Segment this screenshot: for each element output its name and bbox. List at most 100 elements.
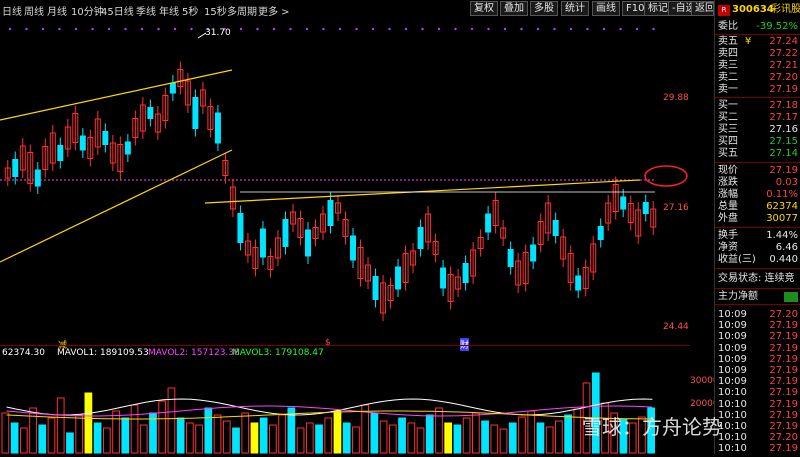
period-45day[interactable]: 45日线	[101, 3, 134, 18]
kline-chart[interactable]: 31.70 29.88 27.16 24.44 减 $ 财	[0, 18, 690, 351]
period-day[interactable]: 日线	[2, 3, 22, 18]
ask-row[interactable]: 卖三 27.21	[718, 60, 798, 72]
marker-dot	[173, 27, 177, 31]
kline-canvas[interactable]	[0, 18, 690, 344]
volume-bar	[112, 410, 120, 454]
tick-time: 10:09	[718, 353, 747, 365]
bid-label: 买三	[718, 124, 738, 135]
candle-body	[350, 235, 357, 261]
tick-time: 10:10	[718, 409, 747, 421]
ask-row[interactable]: 卖一 27.19	[718, 84, 798, 96]
period-quarter[interactable]: 季线	[136, 3, 156, 18]
stat-row: 换手 1.44%	[718, 230, 798, 242]
volume-bar	[555, 420, 563, 454]
volume-bar	[102, 427, 111, 454]
period-month[interactable]: 月线	[47, 3, 67, 18]
stat-value: 6.46	[775, 242, 798, 253]
bid-row[interactable]: 买五 27.14	[718, 148, 798, 160]
candle-body	[642, 202, 649, 214]
period-year[interactable]: 年线	[159, 3, 179, 18]
back-button[interactable]: 返回	[691, 1, 714, 16]
bid-row[interactable]: 买一 27.18	[718, 100, 798, 112]
volume-bar	[527, 410, 536, 454]
tick-row: 10:09 27.19	[718, 331, 798, 343]
bid-row[interactable]: 买二 27.17	[718, 112, 798, 124]
candle-body	[259, 228, 266, 258]
bid-label: 买四	[718, 136, 738, 147]
period-15sec[interactable]: 15秒	[204, 3, 227, 18]
volume-bar	[564, 414, 572, 454]
trend-line	[0, 149, 233, 263]
stat-row: 涨幅 0.11%	[718, 189, 798, 201]
volume-bar	[379, 420, 388, 454]
volume-bar	[398, 417, 406, 454]
volume-bar	[333, 410, 342, 454]
main-force-row[interactable]: 主力净额	[718, 291, 798, 303]
period-10min[interactable]: 10分钟	[71, 3, 104, 18]
candle-body	[12, 159, 19, 177]
bid-label: 买一	[718, 100, 738, 111]
ask-row[interactable]: 卖二 27.20	[718, 72, 798, 84]
bid-row[interactable]: 买三 27.16	[718, 124, 798, 136]
trend-line	[204, 179, 641, 204]
stock-header[interactable]: R 300634 彩讯股	[718, 4, 800, 18]
candle-body	[372, 276, 379, 300]
marker-dot	[58, 27, 61, 31]
volume-bar	[130, 404, 139, 454]
stat-label: 收益(三)	[718, 254, 756, 265]
candle-body	[485, 213, 492, 233]
ask-label: 卖四	[718, 48, 738, 59]
marker-dot	[25, 27, 28, 31]
period-more[interactable]: 更多 >	[258, 3, 290, 18]
bid-price: 27.16	[769, 124, 798, 135]
volume-bar	[481, 420, 489, 454]
volume-bar	[416, 427, 425, 454]
ask-price: 27.22	[769, 48, 798, 59]
tick-time: 10:09	[718, 309, 747, 320]
volume-bar	[38, 424, 47, 454]
period-week[interactable]: 周线	[24, 3, 44, 18]
volume-bar	[56, 397, 65, 454]
ask-row[interactable]: 卖五 ¥ 27.24	[718, 36, 798, 48]
tick-time: 10:10	[718, 387, 747, 399]
candle-body	[440, 267, 447, 289]
stat-row: 收益(三) 0.440	[718, 254, 798, 266]
restore-rights-button[interactable]: 复权	[470, 1, 498, 16]
marker-dot	[371, 27, 375, 31]
stat-value: 0.03	[775, 177, 798, 188]
candle-body	[597, 226, 604, 240]
quote-panel: R 300634 彩讯股 委比 -39.52% 卖五 ¥ 27.24 卖四 27…	[714, 0, 800, 454]
candle-body	[124, 141, 131, 155]
stat-label: 换手	[718, 230, 738, 241]
volume-bar	[121, 417, 130, 454]
statistics-button[interactable]: 统计	[561, 1, 589, 16]
candle-body	[530, 244, 537, 262]
overlay-button[interactable]: 叠加	[500, 1, 528, 16]
draw-line-button[interactable]: 画线	[592, 1, 620, 16]
pane-divider	[0, 345, 690, 346]
volume-bar	[444, 422, 453, 454]
marker-dot	[190, 27, 193, 31]
mavol3-label: MAVOL3: 179108.47	[232, 348, 324, 358]
stock-code: 300634	[732, 4, 774, 15]
volume-bar	[250, 422, 259, 454]
marker-dot	[305, 27, 309, 31]
bid-row[interactable]: 买四 27.15	[718, 136, 798, 148]
candle-body	[214, 112, 221, 144]
tick-row: 10:09 27.19	[718, 343, 798, 355]
volume-bar	[370, 412, 379, 454]
marker-dot	[124, 27, 127, 31]
ask-row[interactable]: 卖四 27.22	[718, 48, 798, 60]
trade-status-text: 交易状态: 连续竞	[718, 273, 795, 284]
candle-body	[282, 219, 289, 247]
tick-row: 10:09 27.19	[718, 354, 798, 366]
annotation-ellipse	[644, 165, 688, 187]
volume-bar	[29, 407, 37, 454]
multi-stock-button[interactable]: 多股	[530, 1, 558, 16]
period-5sec[interactable]: 5秒	[182, 3, 198, 18]
candle-body	[34, 169, 41, 187]
marker-dot	[421, 27, 424, 31]
marker-dot	[41, 27, 45, 31]
volume-bar	[278, 414, 286, 454]
period-multi[interactable]: 多周期	[227, 3, 257, 18]
